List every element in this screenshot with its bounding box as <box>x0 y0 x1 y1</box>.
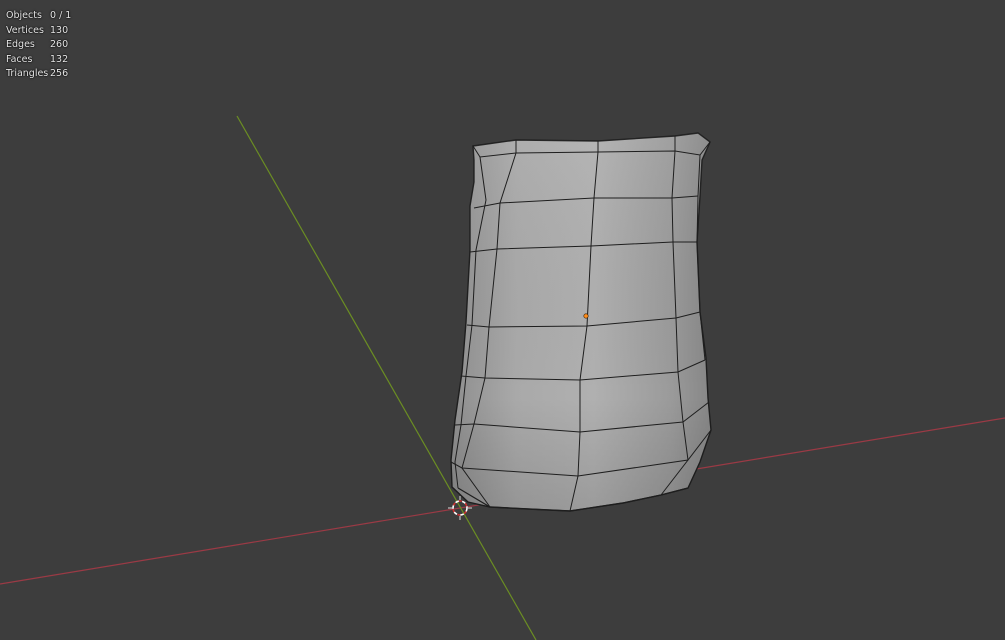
stat-value: 260 <box>50 39 69 50</box>
object-origin-icon <box>583 313 589 319</box>
stat-value: 256 <box>50 68 69 79</box>
stat-edges: Edges 260 <box>6 38 71 53</box>
statistics-overlay: Objects 0 / 1 Vertices 130 Edges 260 Fac… <box>6 9 71 82</box>
stat-label: Triangles <box>6 68 49 79</box>
stat-faces: Faces 132 <box>6 53 71 68</box>
stat-objects: Objects 0 / 1 <box>6 9 71 24</box>
stat-value: 132 <box>50 53 69 65</box>
stat-label: Vertices <box>6 24 44 36</box>
3d-viewport[interactable]: Objects 0 / 1 Vertices 130 Edges 260 Fac… <box>0 0 1005 640</box>
stat-value: 0 / 1 <box>50 10 72 21</box>
stat-label: Objects <box>6 10 42 21</box>
stat-value: 130 <box>50 24 69 36</box>
stat-label: Faces <box>6 53 33 65</box>
scene-canvas[interactable] <box>0 0 1005 640</box>
stat-label: Edges <box>6 39 35 50</box>
stat-vertices: Vertices 130 <box>6 24 71 39</box>
stat-triangles: Triangles 256 <box>6 67 71 82</box>
mesh-object[interactable] <box>450 132 712 512</box>
